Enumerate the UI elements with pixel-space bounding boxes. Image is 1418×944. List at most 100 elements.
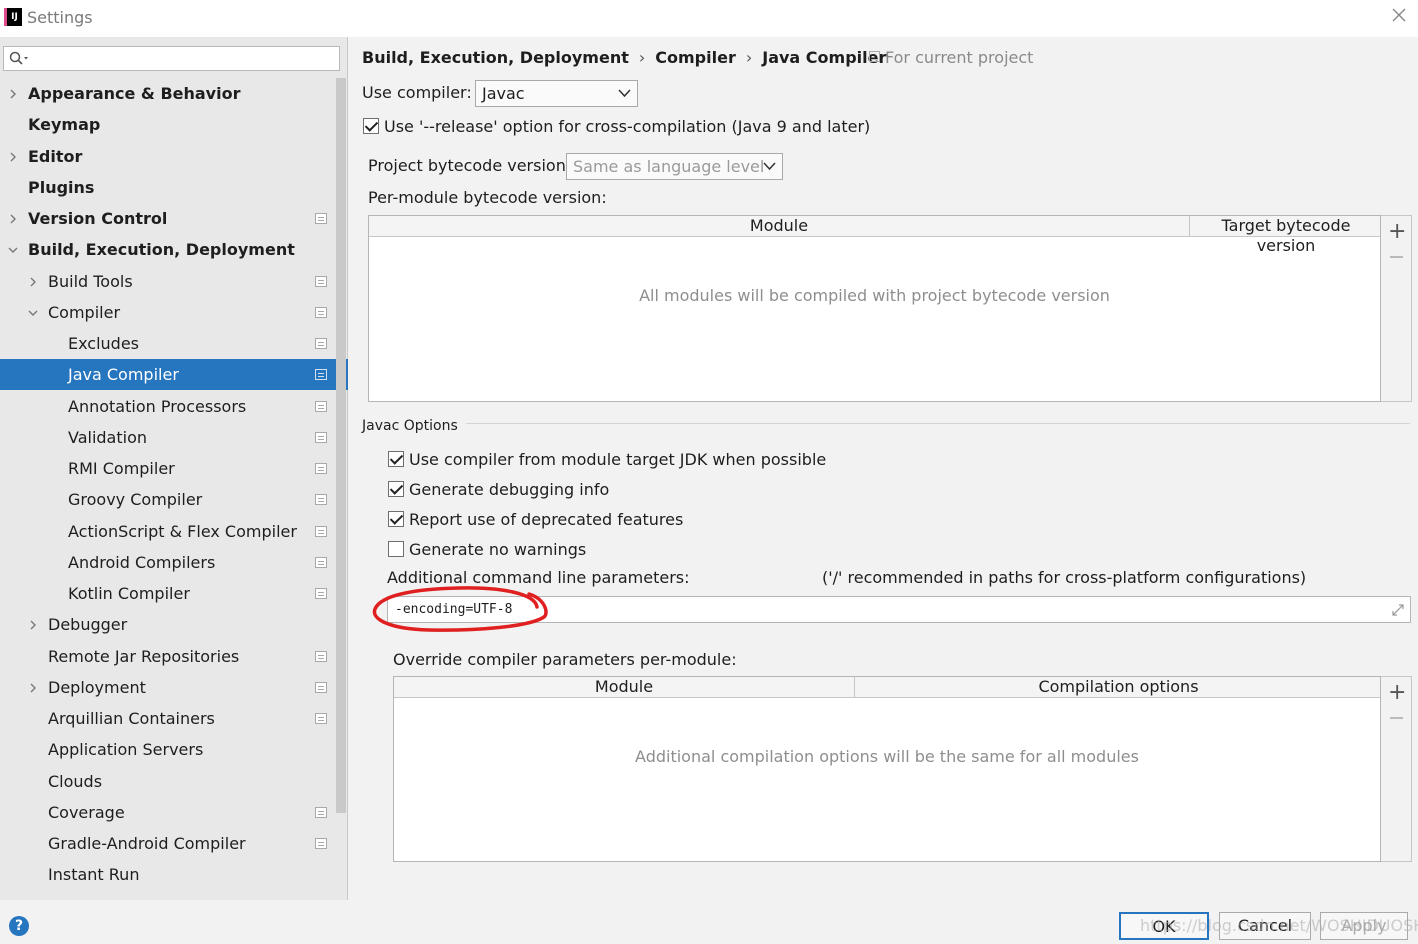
sidebar-item-deployment[interactable]: Deployment [0,672,348,703]
sidebar-item-application-servers[interactable]: Application Servers [0,734,348,765]
chevron-right-icon[interactable] [8,152,18,162]
deprecated-features-checkbox[interactable] [388,511,404,527]
remove-icon[interactable] [1390,256,1403,258]
sidebar-item-version-control[interactable]: Version Control [0,203,348,234]
sidebar-item-java-compiler[interactable]: Java Compiler [0,359,348,391]
use-module-jdk-checkbox[interactable] [388,451,404,467]
sidebar-item-label: Instant Run [48,865,140,885]
override-params-label: Override compiler parameters per-module: [393,650,737,669]
red-annotation-circle [372,586,548,632]
breadcrumb-compiler[interactable]: Compiler [655,48,736,67]
sidebar-scrollbar[interactable] [336,78,346,813]
settings-window: IJ Settings Appearance & Behavior Keymap E… [0,0,1418,944]
java-compiler-panel: Build, Execution, Deployment › Compiler › Ja… [349,37,1418,900]
per-module-bytecode-table[interactable]: Module Target bytecode version All modul… [368,215,1381,402]
sidebar-item-coverage[interactable]: Coverage [0,797,348,828]
column-compilation-options[interactable]: Compilation options [855,677,1382,697]
chevron-right-icon[interactable] [8,89,18,99]
release-option-label: Use '--release' option for cross-compila… [384,117,871,136]
sidebar-item-editor[interactable]: Editor [0,141,348,172]
sidebar-item-appearance-behavior[interactable]: Appearance & Behavior [0,78,348,109]
empty-table-text: All modules will be compiled with projec… [639,286,1110,305]
column-module[interactable]: Module [369,216,1189,236]
chevron-down-icon [618,89,631,98]
use-compiler-label: Use compiler: [362,83,472,102]
column-target-bytecode[interactable]: Target bytecode version [1190,216,1382,256]
search-input[interactable] [3,46,340,71]
sidebar-item-label: Appearance & Behavior [28,84,241,103]
sidebar-item-arquillian-containers[interactable]: Arquillian Containers [0,703,348,734]
project-scope-icon [315,650,327,662]
sidebar-item-groovy-compiler[interactable]: Groovy Compiler [0,484,348,515]
no-warnings-label: Generate no warnings [409,540,587,559]
close-icon[interactable] [1390,6,1408,24]
sidebar-item-actionscript-flex-compiler[interactable]: ActionScript & Flex Compiler [0,516,348,547]
chevron-down-icon[interactable] [28,308,38,318]
sidebar-item-plugins[interactable]: Plugins [0,172,348,203]
project-scope-icon [315,713,327,724]
sidebar-item-clouds[interactable]: Clouds [0,766,348,797]
sidebar-item-label: Arquillian Containers [48,709,215,728]
sidebar-item-annotation-processors[interactable]: Annotation Processors [0,391,348,422]
chevron-right-icon[interactable] [8,214,18,224]
add-icon[interactable]: + [1388,221,1406,243]
breadcrumb-separator: › [745,48,753,67]
dialog-footer: ? OK Cancel Apply https://blog.csdn.net/… [0,900,1418,944]
sidebar-item-label: Editor [28,146,83,166]
search-icon [9,51,28,65]
sidebar-item-label: Java Compiler [68,365,179,385]
sidebar-item-remote-jar-repositories[interactable]: Remote Jar Repositories [0,641,348,672]
sidebar-item-keymap[interactable]: Keymap [0,109,348,140]
sidebar-item-build-tools[interactable]: Build Tools [0,266,348,297]
project-scope-icon [869,51,880,62]
sidebar-item-android-compilers[interactable]: Android Compilers [0,547,348,578]
project-scope-icon [315,338,327,349]
settings-sidebar: Appearance & Behavior Keymap Editor Plugins… [0,37,348,900]
scope-label: For current project [869,48,1033,67]
compiler-select[interactable]: Javac [475,80,638,107]
chevron-right-icon[interactable] [28,620,38,630]
project-bytecode-label: Project bytecode version: [368,156,572,175]
sidebar-item-label: Version Control [28,209,168,228]
no-warnings-checkbox[interactable] [388,541,404,557]
remove-icon[interactable] [1390,717,1403,719]
expand-icon[interactable] [1391,603,1405,617]
project-bytecode-select[interactable]: Same as language level [566,153,783,180]
chevron-down-icon[interactable] [8,245,18,255]
breadcrumb-build[interactable]: Build, Execution, Deployment [362,48,629,67]
sidebar-item-compiler[interactable]: Compiler [0,297,348,328]
project-scope-icon [315,306,327,318]
sidebar-item-rmi-compiler[interactable]: RMI Compiler [0,453,348,484]
release-option-checkbox[interactable] [363,118,379,134]
project-scope-icon [315,431,327,443]
sidebar-item-kotlin-compiler[interactable]: Kotlin Compiler [0,578,348,609]
project-scope-icon [315,525,327,537]
sidebar-item-label: Coverage [48,802,125,822]
sidebar-item-label: Debugger [48,615,128,635]
sidebar-item-build-execution-deployment[interactable]: Build, Execution, Deployment [0,234,348,265]
chevron-right-icon[interactable] [28,683,38,693]
sidebar-item-instant-run[interactable]: Instant Run [0,859,348,890]
sidebar-item-gradle-android-compiler[interactable]: Gradle-Android Compiler [0,828,348,859]
table-header: Module Compilation options [394,677,1380,698]
sidebar-item-label: Deployment [48,677,146,697]
project-scope-icon [315,556,327,568]
sidebar-item-validation[interactable]: Validation [0,422,348,453]
override-params-table[interactable]: Module Compilation options Additional co… [393,676,1381,862]
sidebar-item-debugger[interactable]: Debugger [0,609,348,640]
project-scope-icon [315,275,327,287]
sidebar-item-label: Remote Jar Repositories [48,646,240,666]
column-module[interactable]: Module [394,677,854,697]
sidebar-item-label: Gradle-Android Compiler [48,834,246,853]
sidebar-item-excludes[interactable]: Excludes [0,328,348,359]
project-scope-icon [315,213,327,224]
project-scope-icon [315,400,327,412]
sidebar-item-label: Groovy Compiler [68,490,203,510]
chevron-right-icon[interactable] [28,277,38,287]
sidebar-item-label: Excludes [68,334,140,353]
add-icon[interactable]: + [1388,682,1406,704]
debugging-info-checkbox[interactable] [388,481,404,497]
project-scope-icon [315,463,327,474]
intellij-icon: IJ [4,8,22,26]
help-icon[interactable]: ? [9,916,29,936]
